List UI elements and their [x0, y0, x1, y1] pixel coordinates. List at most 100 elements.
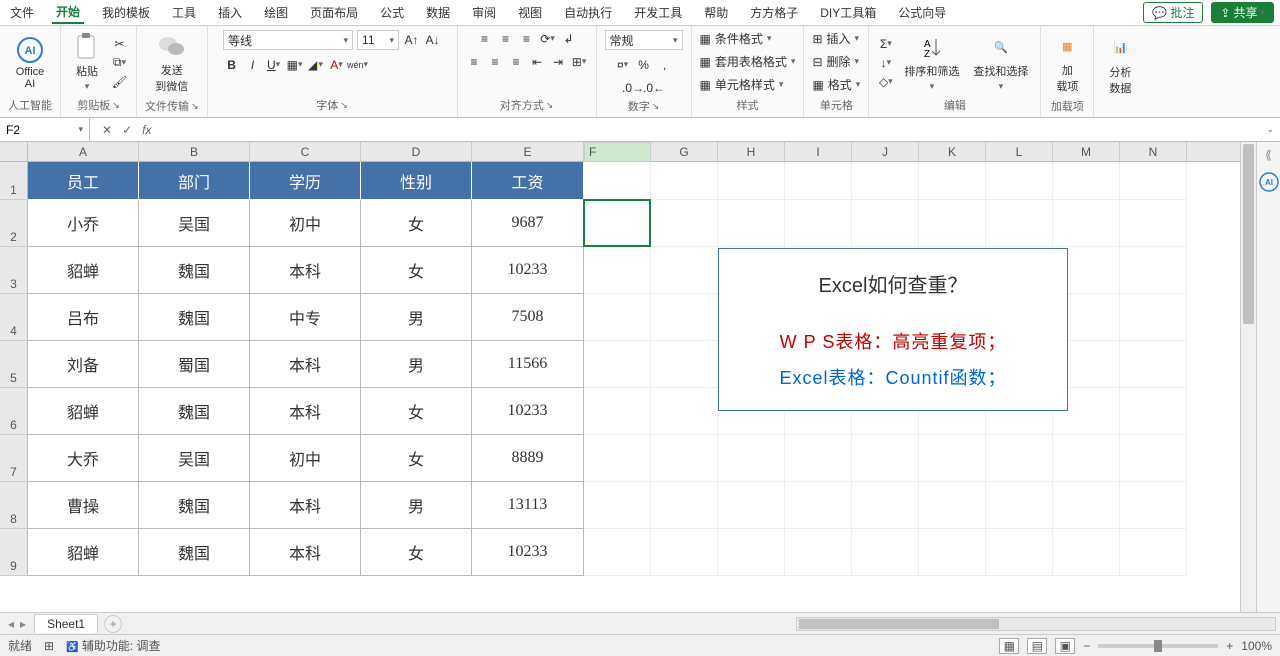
cell-K9[interactable]: [919, 529, 986, 576]
clear-button[interactable]: ◇▾: [877, 73, 894, 90]
merge-button[interactable]: ⊞▾: [571, 53, 588, 70]
cell-K1[interactable]: [919, 162, 986, 200]
cell-E8[interactable]: 13113: [472, 482, 584, 529]
cell-N7[interactable]: [1120, 435, 1187, 482]
cell-G4[interactable]: [651, 294, 718, 341]
cell-G9[interactable]: [651, 529, 718, 576]
cell-E6[interactable]: 10233: [472, 388, 584, 435]
zoom-out-button[interactable]: −: [1083, 639, 1090, 653]
status-acc[interactable]: ♿ 辅助功能: 调查: [66, 637, 160, 654]
analyze-button[interactable]: 📊分析 数据: [1102, 32, 1138, 98]
vertical-scrollbar[interactable]: [1240, 142, 1256, 612]
cell-H8[interactable]: [718, 482, 785, 529]
share-button[interactable]: ⇪共享▾: [1211, 2, 1274, 23]
zoom-knob[interactable]: [1154, 640, 1162, 652]
col-header-H[interactable]: H: [718, 142, 785, 161]
col-header-G[interactable]: G: [651, 142, 718, 161]
row-header[interactable]: 8: [0, 482, 28, 529]
number-format-select[interactable]: 常规▾: [605, 30, 683, 50]
cell-D2[interactable]: 女: [361, 200, 472, 247]
cell-N2[interactable]: [1120, 200, 1187, 247]
cell-G2[interactable]: [651, 200, 718, 247]
row-header[interactable]: 3: [0, 247, 28, 294]
increase-font-button[interactable]: A↑: [403, 32, 420, 49]
collapse-panel-button[interactable]: ⟪: [1265, 148, 1272, 162]
cell-A4[interactable]: 吕布: [28, 294, 139, 341]
cell-I7[interactable]: [785, 435, 852, 482]
cell-style-button[interactable]: ▦单元格样式▾: [700, 76, 784, 93]
cell-F2[interactable]: [584, 200, 651, 247]
font-size-select[interactable]: 11▾: [357, 30, 399, 50]
cell-E1[interactable]: 工资: [472, 162, 584, 200]
cell-N1[interactable]: [1120, 162, 1187, 200]
autosum-button[interactable]: Σ▾: [877, 35, 894, 52]
cell-M7[interactable]: [1053, 435, 1120, 482]
cell-G1[interactable]: [651, 162, 718, 200]
cell-L1[interactable]: [986, 162, 1053, 200]
row-header[interactable]: 4: [0, 294, 28, 341]
cancel-formula-button[interactable]: ✕: [102, 123, 112, 137]
row-header[interactable]: 9: [0, 529, 28, 576]
col-header-J[interactable]: J: [852, 142, 919, 161]
col-header-L[interactable]: L: [986, 142, 1053, 161]
cell-G7[interactable]: [651, 435, 718, 482]
cell-D1[interactable]: 性别: [361, 162, 472, 200]
cell-C2[interactable]: 初中: [250, 200, 361, 247]
menu-insert[interactable]: 插入: [214, 2, 246, 23]
menu-view[interactable]: 视图: [514, 2, 546, 23]
cell-B1[interactable]: 部门: [139, 162, 250, 200]
cell-F3[interactable]: [584, 247, 651, 294]
cell-G8[interactable]: [651, 482, 718, 529]
cell-D3[interactable]: 女: [361, 247, 472, 294]
comment-button[interactable]: 💬批注: [1143, 2, 1203, 23]
hscroll-thumb[interactable]: [799, 619, 999, 629]
col-header-E[interactable]: E: [472, 142, 584, 161]
menu-dev[interactable]: 开发工具: [630, 2, 686, 23]
add-sheet-button[interactable]: +: [104, 615, 122, 633]
cell-C1[interactable]: 学历: [250, 162, 361, 200]
col-header-M[interactable]: M: [1053, 142, 1120, 161]
cell-A9[interactable]: 貂蝉: [28, 529, 139, 576]
cell-F5[interactable]: [584, 341, 651, 388]
menu-home[interactable]: 开始: [52, 1, 84, 24]
cell-N3[interactable]: [1120, 247, 1187, 294]
col-header-C[interactable]: C: [250, 142, 361, 161]
sheet-tab-1[interactable]: Sheet1: [34, 614, 98, 633]
send-wechat-button[interactable]: 发送 到微信: [151, 30, 192, 96]
cell-B3[interactable]: 魏国: [139, 247, 250, 294]
view-layout-button[interactable]: ▤: [1027, 638, 1047, 654]
copy-button[interactable]: ⧉▾: [111, 54, 128, 71]
delete-cells-button[interactable]: ⊟删除▾: [812, 53, 859, 70]
menu-draw[interactable]: 绘图: [260, 2, 292, 23]
col-header-N[interactable]: N: [1120, 142, 1187, 161]
view-pagebreak-button[interactable]: ▣: [1055, 638, 1075, 654]
cell-G5[interactable]: [651, 341, 718, 388]
zoom-in-button[interactable]: +: [1226, 639, 1233, 653]
cell-N5[interactable]: [1120, 341, 1187, 388]
textbox-overlay[interactable]: Excel如何查重？ W P S表格：高亮重复项； Excel表格：Counti…: [718, 248, 1068, 411]
cell-J2[interactable]: [852, 200, 919, 247]
cell-J9[interactable]: [852, 529, 919, 576]
cell-J7[interactable]: [852, 435, 919, 482]
cell-B5[interactable]: 蜀国: [139, 341, 250, 388]
format-cells-button[interactable]: ▦格式▾: [812, 76, 860, 93]
menu-ffgz[interactable]: 方方格子: [746, 2, 802, 23]
cell-F9[interactable]: [584, 529, 651, 576]
cell-M1[interactable]: [1053, 162, 1120, 200]
menu-file[interactable]: 文件: [6, 2, 38, 23]
zoom-level[interactable]: 100%: [1241, 639, 1272, 653]
font-name-select[interactable]: 等线▾: [223, 30, 353, 50]
cell-D9[interactable]: 女: [361, 529, 472, 576]
cell-I2[interactable]: [785, 200, 852, 247]
cell-L9[interactable]: [986, 529, 1053, 576]
horizontal-scrollbar[interactable]: [796, 617, 1276, 631]
cell-A8[interactable]: 曹操: [28, 482, 139, 529]
scrollbar-thumb[interactable]: [1243, 144, 1254, 324]
cell-H1[interactable]: [718, 162, 785, 200]
cell-J8[interactable]: [852, 482, 919, 529]
col-header-D[interactable]: D: [361, 142, 472, 161]
cell-N4[interactable]: [1120, 294, 1187, 341]
name-box-input[interactable]: [6, 123, 78, 137]
currency-button[interactable]: ¤▾: [614, 56, 631, 73]
bold-button[interactable]: B: [223, 56, 240, 73]
